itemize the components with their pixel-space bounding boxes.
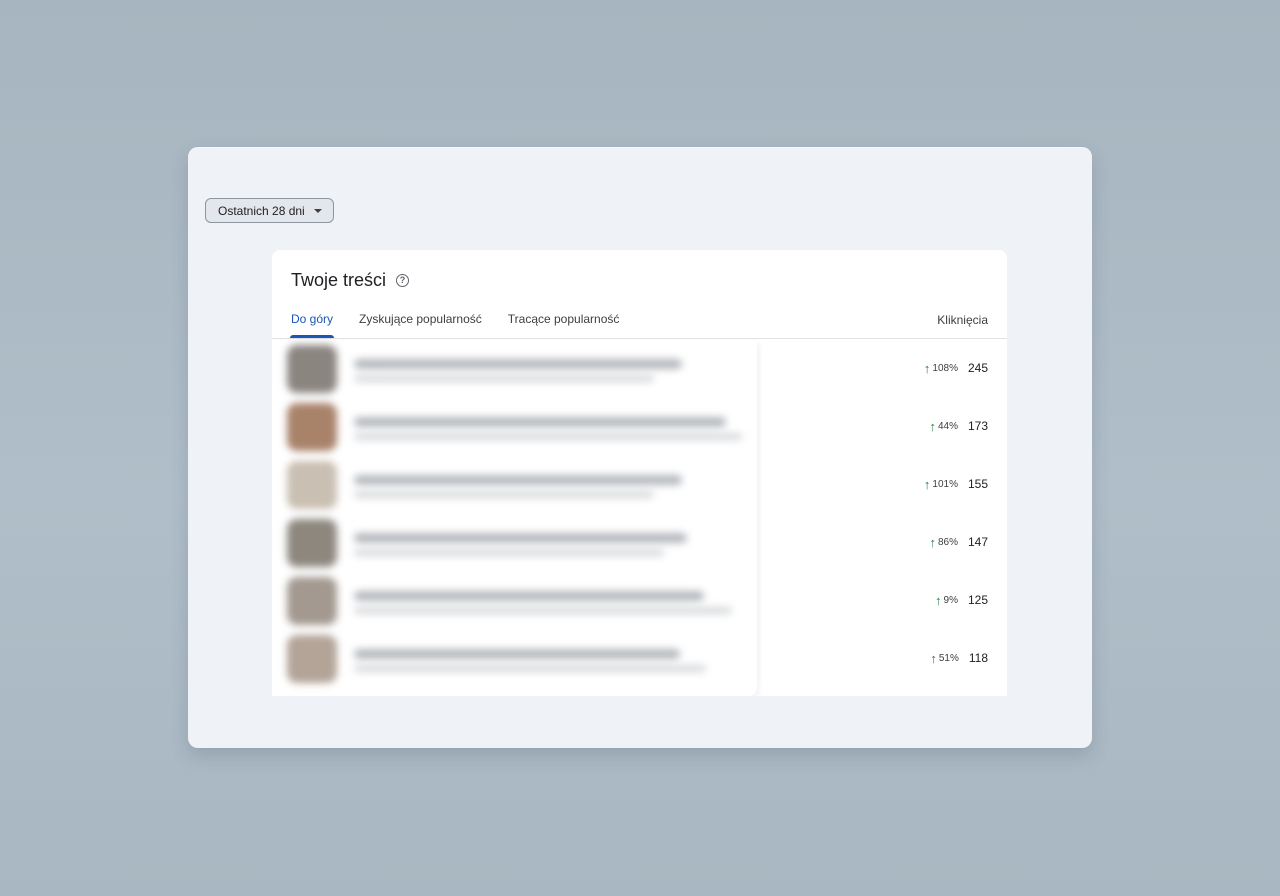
arrow-up-icon: ↑	[935, 592, 942, 608]
blurred-subtitle	[354, 375, 654, 382]
clicks-value: 155	[967, 477, 988, 491]
table-row[interactable]: ↑ 108% 245	[272, 340, 1007, 398]
blurred-title	[354, 359, 682, 369]
tab-falling[interactable]: Tracące popularność	[508, 312, 620, 338]
blurred-title	[354, 533, 687, 543]
chevron-down-icon	[314, 209, 322, 213]
thumbnail-image	[287, 519, 337, 567]
thumbnail-image	[287, 345, 337, 393]
clicks-column-header: Kliknięcia	[937, 313, 988, 327]
table-row[interactable]: ↑ 86% 147	[272, 514, 1007, 572]
tab-bar: Do góry Zyskujące popularność Tracące po…	[289, 312, 645, 338]
table-row[interactable]: ↑ 101% 155	[272, 456, 1007, 514]
header-divider	[272, 338, 1007, 339]
row-metrics: ↑ 108% 245	[924, 361, 988, 375]
arrow-up-icon: ↑	[923, 360, 931, 376]
blurred-title	[354, 475, 682, 485]
change-percent: 108%	[932, 362, 958, 374]
blurred-subtitle	[354, 665, 706, 672]
change-percent: 9%	[943, 594, 958, 606]
clicks-value: 245	[967, 361, 988, 375]
row-metrics: ↑ 51% 118	[930, 651, 988, 665]
date-range-label: Ostatnich 28 dni	[218, 203, 305, 218]
arrow-up-icon: ↑	[929, 418, 936, 434]
blurred-subtitle	[354, 549, 664, 556]
date-range-dropdown[interactable]: Ostatnich 28 dni	[205, 198, 334, 223]
arrow-up-icon: ↑	[930, 650, 937, 666]
app-window: Ostatnich 28 dni Twoje treści ? Do góry …	[188, 147, 1092, 748]
clicks-value: 118	[968, 651, 988, 665]
table-row[interactable]: ↑ 44% 173	[272, 398, 1007, 456]
arrow-up-icon: ↑	[929, 534, 936, 550]
blurred-title	[354, 591, 704, 601]
thumbnail-image	[287, 635, 337, 683]
row-metrics: ↑ 101% 155	[924, 477, 988, 491]
row-metrics: ↑ 86% 147	[929, 535, 988, 549]
change-percent: 101%	[932, 478, 958, 490]
help-icon[interactable]: ?	[396, 274, 410, 287]
tab-rising[interactable]: Zyskujące popularność	[359, 312, 482, 338]
card-title-text: Twoje treści	[291, 270, 387, 290]
tab-top[interactable]: Do góry	[289, 312, 335, 338]
blurred-title	[354, 649, 680, 659]
arrow-up-icon: ↑	[923, 476, 931, 492]
row-metrics: ↑ 44% 173	[929, 419, 988, 433]
row-metrics: ↑ 9% 125	[935, 593, 988, 607]
blurred-subtitle	[354, 491, 654, 498]
blurred-title	[354, 417, 726, 427]
card-title: Twoje treści ?	[291, 270, 410, 291]
clicks-value: 147	[967, 535, 988, 549]
change-percent: 44%	[937, 420, 958, 432]
thumbnail-image	[287, 403, 337, 451]
change-percent: 51%	[938, 652, 959, 664]
thumbnail-image	[287, 461, 337, 509]
blurred-subtitle	[354, 433, 742, 440]
change-percent: 86%	[937, 536, 958, 548]
table-row[interactable]: ↑ 51% 118	[272, 630, 1007, 688]
table-row[interactable]: ↑ 9% 125	[272, 572, 1007, 630]
thumbnail-image	[287, 577, 337, 625]
content-card: Twoje treści ? Do góry Zyskujące popular…	[272, 250, 1007, 696]
clicks-value: 173	[967, 419, 988, 433]
clicks-value: 125	[967, 593, 988, 607]
blurred-subtitle	[354, 607, 732, 614]
